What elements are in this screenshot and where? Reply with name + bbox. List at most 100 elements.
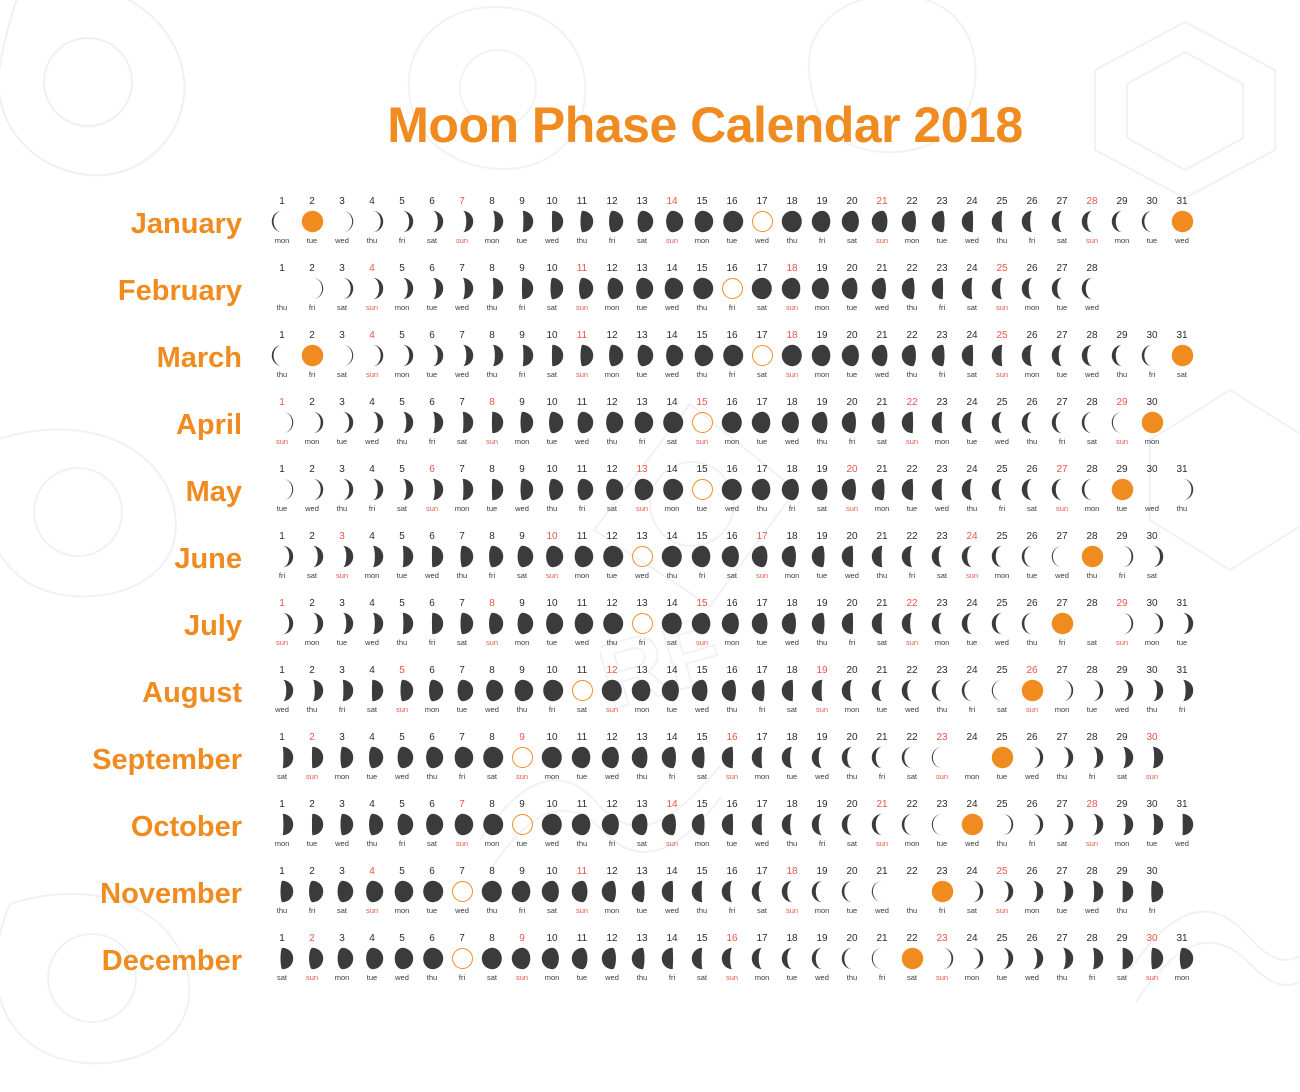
day-cell[interactable]: 13 tue: [627, 866, 657, 916]
day-cell[interactable]: 4 wed: [357, 397, 387, 447]
day-cell[interactable]: 18 sun: [777, 330, 807, 380]
day-cell[interactable]: 12 tue: [597, 531, 627, 581]
day-cell[interactable]: 31 tue: [1167, 598, 1197, 648]
day-cell[interactable]: 18 sat: [777, 665, 807, 715]
day-cell[interactable]: 2 sun: [297, 732, 327, 782]
day-cell[interactable]: 10 mon: [537, 933, 567, 983]
day-cell[interactable]: 30 wed: [1137, 464, 1167, 514]
month-label-august[interactable]: August: [0, 679, 242, 708]
day-cell[interactable]: 27 fri: [1047, 598, 1077, 648]
day-cell[interactable]: 14 sun: [657, 196, 687, 246]
day-cell[interactable]: 21 wed: [867, 330, 897, 380]
day-cell[interactable]: 29 thu: [1107, 866, 1137, 916]
day-cell[interactable]: 15 sat: [687, 933, 717, 983]
day-cell[interactable]: 21 sun: [867, 196, 897, 246]
day-cell[interactable]: 2 sun: [297, 933, 327, 983]
day-cell[interactable]: 24 wed: [957, 799, 987, 849]
day-cell[interactable]: 23 sun: [927, 732, 957, 782]
day-cell[interactable]: 1 sat: [267, 933, 297, 983]
day-cell[interactable]: 12 sat: [597, 464, 627, 514]
day-cell[interactable]: 20 fri: [837, 598, 867, 648]
day-cell[interactable]: 5 mon: [387, 263, 417, 313]
day-cell[interactable]: 26 sat: [1017, 464, 1047, 514]
day-cell[interactable]: 14 fri: [657, 732, 687, 782]
day-cell[interactable]: 28 wed: [1077, 866, 1107, 916]
day-cell[interactable]: 23 tue: [927, 196, 957, 246]
month-label-october[interactable]: October: [0, 813, 242, 842]
day-cell[interactable]: 15 sun: [687, 397, 717, 447]
day-cell[interactable]: 1 mon: [267, 799, 297, 849]
day-cell[interactable]: 28 mon: [1077, 464, 1107, 514]
day-cell[interactable]: 12 thu: [597, 598, 627, 648]
day-cell[interactable]: 24 sun: [957, 531, 987, 581]
day-cell[interactable]: 19 tue: [807, 531, 837, 581]
day-cell[interactable]: 9 fri: [507, 263, 537, 313]
day-cell[interactable]: 14 sun: [657, 799, 687, 849]
month-label-november[interactable]: November: [0, 880, 242, 909]
day-cell[interactable]: 19 wed: [807, 732, 837, 782]
day-cell[interactable]: 6 fri: [417, 397, 447, 447]
day-cell[interactable]: 8 sun: [477, 598, 507, 648]
day-cell[interactable]: 16 tue: [717, 799, 747, 849]
day-cell[interactable]: 27 tue: [1047, 263, 1077, 313]
day-cell[interactable]: 21 wed: [867, 866, 897, 916]
day-cell[interactable]: 13 mon: [627, 665, 657, 715]
day-cell[interactable]: 20 sun: [837, 464, 867, 514]
day-cell[interactable]: 4 tue: [357, 732, 387, 782]
day-cell[interactable]: 30 tue: [1137, 196, 1167, 246]
day-cell[interactable]: 30 thu: [1137, 665, 1167, 715]
month-label-july[interactable]: July: [0, 612, 242, 641]
day-cell[interactable]: 21 tue: [867, 665, 897, 715]
day-cell[interactable]: 16 fri: [717, 263, 747, 313]
day-cell[interactable]: 8 fri: [477, 531, 507, 581]
day-cell[interactable]: 21 wed: [867, 263, 897, 313]
day-cell[interactable]: 12 mon: [597, 330, 627, 380]
day-cell[interactable]: 23 mon: [927, 598, 957, 648]
day-cell[interactable]: 17 mon: [747, 933, 777, 983]
day-cell[interactable]: 10 fri: [537, 665, 567, 715]
day-cell[interactable]: 27 sun: [1047, 464, 1077, 514]
day-cell[interactable]: 9 sat: [507, 531, 537, 581]
day-cell[interactable]: 11 mon: [567, 531, 597, 581]
day-cell[interactable]: 16 sun: [717, 933, 747, 983]
day-cell[interactable]: 30 mon: [1137, 598, 1167, 648]
day-cell[interactable]: 19 mon: [807, 330, 837, 380]
day-cell[interactable]: 8 sat: [477, 732, 507, 782]
day-cell[interactable]: 15 sat: [687, 732, 717, 782]
day-cell[interactable]: 15 fri: [687, 531, 717, 581]
day-cell[interactable]: 25 tue: [987, 933, 1017, 983]
day-cell[interactable]: 13 fri: [627, 397, 657, 447]
day-cell[interactable]: 24 fri: [957, 665, 987, 715]
day-cell[interactable]: 11 thu: [567, 799, 597, 849]
day-cell[interactable]: 11 thu: [567, 196, 597, 246]
day-cell[interactable]: 6 fri: [417, 598, 447, 648]
day-cell[interactable]: 21 sun: [867, 799, 897, 849]
day-cell[interactable]: 16 sat: [717, 531, 747, 581]
day-cell[interactable]: 31 fri: [1167, 665, 1197, 715]
day-cell[interactable]: 24 thu: [957, 464, 987, 514]
day-cell[interactable]: 23 wed: [927, 464, 957, 514]
day-cell[interactable]: 18 wed: [777, 598, 807, 648]
day-cell[interactable]: 26 mon: [1017, 263, 1047, 313]
day-cell[interactable]: 3 mon: [327, 933, 357, 983]
day-cell[interactable]: 7 wed: [447, 866, 477, 916]
day-cell[interactable]: 27 mon: [1047, 665, 1077, 715]
day-cell[interactable]: 20 sat: [837, 799, 867, 849]
day-cell[interactable]: 9 mon: [507, 397, 537, 447]
month-label-april[interactable]: April: [0, 411, 242, 440]
month-label-june[interactable]: June: [0, 545, 242, 574]
day-cell[interactable]: 21 fri: [867, 933, 897, 983]
day-cell[interactable]: 7 sun: [447, 196, 477, 246]
day-cell[interactable]: 6 sat: [417, 799, 447, 849]
day-cell[interactable]: 29 sun: [1107, 397, 1137, 447]
day-cell[interactable]: 5 mon: [387, 866, 417, 916]
day-cell[interactable]: 11 sat: [567, 665, 597, 715]
day-cell[interactable]: 19 sat: [807, 464, 837, 514]
day-cell[interactable]: 8 thu: [477, 330, 507, 380]
day-cell[interactable]: 25 sat: [987, 665, 1017, 715]
day-cell[interactable]: 28 sat: [1077, 598, 1107, 648]
day-cell[interactable]: 3 sat: [327, 330, 357, 380]
day-cell[interactable]: 27 tue: [1047, 866, 1077, 916]
day-cell[interactable]: 7 mon: [447, 464, 477, 514]
day-cell[interactable]: 2 wed: [297, 464, 327, 514]
